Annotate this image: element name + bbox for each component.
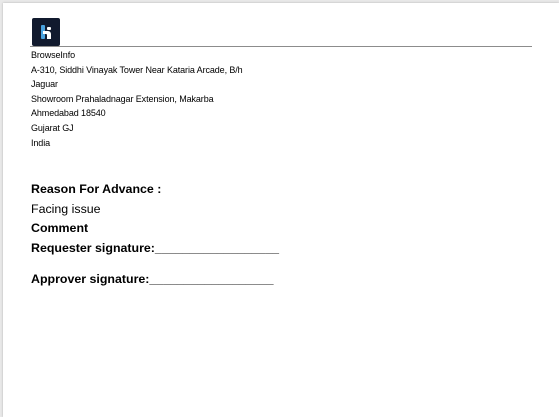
- company-logo: [32, 18, 60, 46]
- company-name: BrowseInfo: [31, 50, 76, 60]
- approver-signature-line: Approver signature:__________________: [31, 272, 274, 286]
- company-address-block: BrowseInfo A-310, Siddhi Vinayak Tower N…: [31, 48, 243, 150]
- advance-form: Reason For Advance : Facing issue Commen…: [31, 180, 279, 290]
- address-line: Jaguar: [31, 79, 58, 90]
- report-page: BrowseInfo A-310, Siddhi Vinayak Tower N…: [3, 3, 559, 417]
- address-line: Showroom Prahaladnagar Extension, Makarb…: [31, 93, 214, 104]
- reason-value: Facing issue: [31, 201, 101, 216]
- header-divider: [30, 46, 532, 47]
- comment-label: Comment: [31, 221, 89, 235]
- company-logo-mark: [41, 25, 51, 39]
- address-line: Ahmedabad 18540: [31, 108, 106, 119]
- reason-label: Reason For Advance :: [31, 182, 162, 196]
- address-line: India: [31, 137, 51, 148]
- address-line: Gujarat GJ: [31, 122, 74, 133]
- requester-signature-line: Requester signature:__________________: [31, 240, 279, 255]
- address-line: A-310, Siddhi Vinayak Tower Near Kataria…: [31, 64, 243, 75]
